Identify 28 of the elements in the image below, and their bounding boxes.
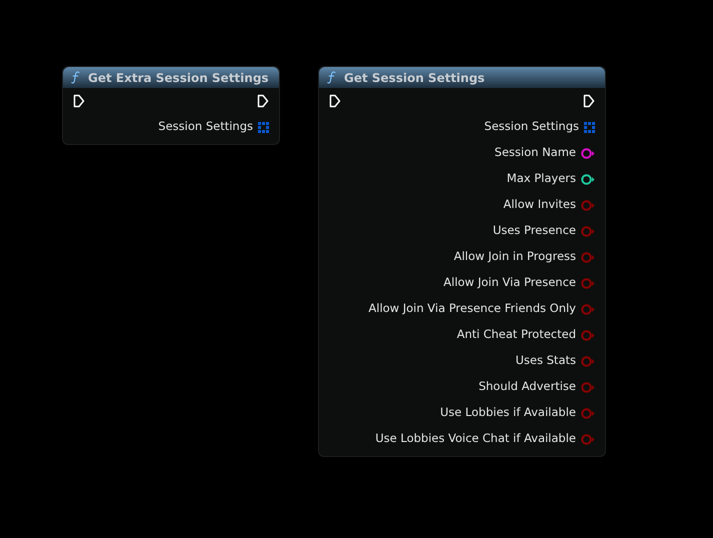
struct-pin-icon[interactable] [258,122,269,132]
node-header[interactable]: Get Session Settings [319,67,605,88]
pin-label: Session Settings [484,118,579,136]
exec-output-pin[interactable] [257,94,269,108]
pin-label: Session Name [494,144,576,162]
pin-label: Allow Join Via Presence Friends Only [368,300,576,318]
pin-label: Use Lobbies if Available [440,404,576,422]
pin-label: Uses Presence [492,222,576,240]
pin-label: Allow Join in Progress [454,248,576,266]
pin-label: Allow Join Via Presence [444,274,576,292]
function-icon [327,71,336,84]
function-icon [71,71,80,84]
exec-output-pin[interactable] [583,94,595,108]
exec-input-pin[interactable] [73,94,85,108]
exec-input-pin[interactable] [329,94,341,108]
node-header[interactable]: Get Extra Session Settings [63,67,279,88]
node-title: Get Session Settings [344,70,485,86]
pin-label: Max Players [506,170,576,188]
pin-label: Anti Cheat Protected [456,326,576,344]
pin-label: Allow Invites [503,196,576,214]
pin-label: Uses Stats [516,352,576,370]
value-pin-icon[interactable] [581,174,595,184]
pin-label: Session Settings [158,118,253,136]
struct-pin-icon[interactable] [584,122,595,132]
value-pin-icon[interactable] [581,148,595,158]
node-title: Get Extra Session Settings [88,70,269,86]
pin-label: Use Lobbies Voice Chat if Available [375,430,576,448]
pin-label: Should Advertise [478,378,576,396]
